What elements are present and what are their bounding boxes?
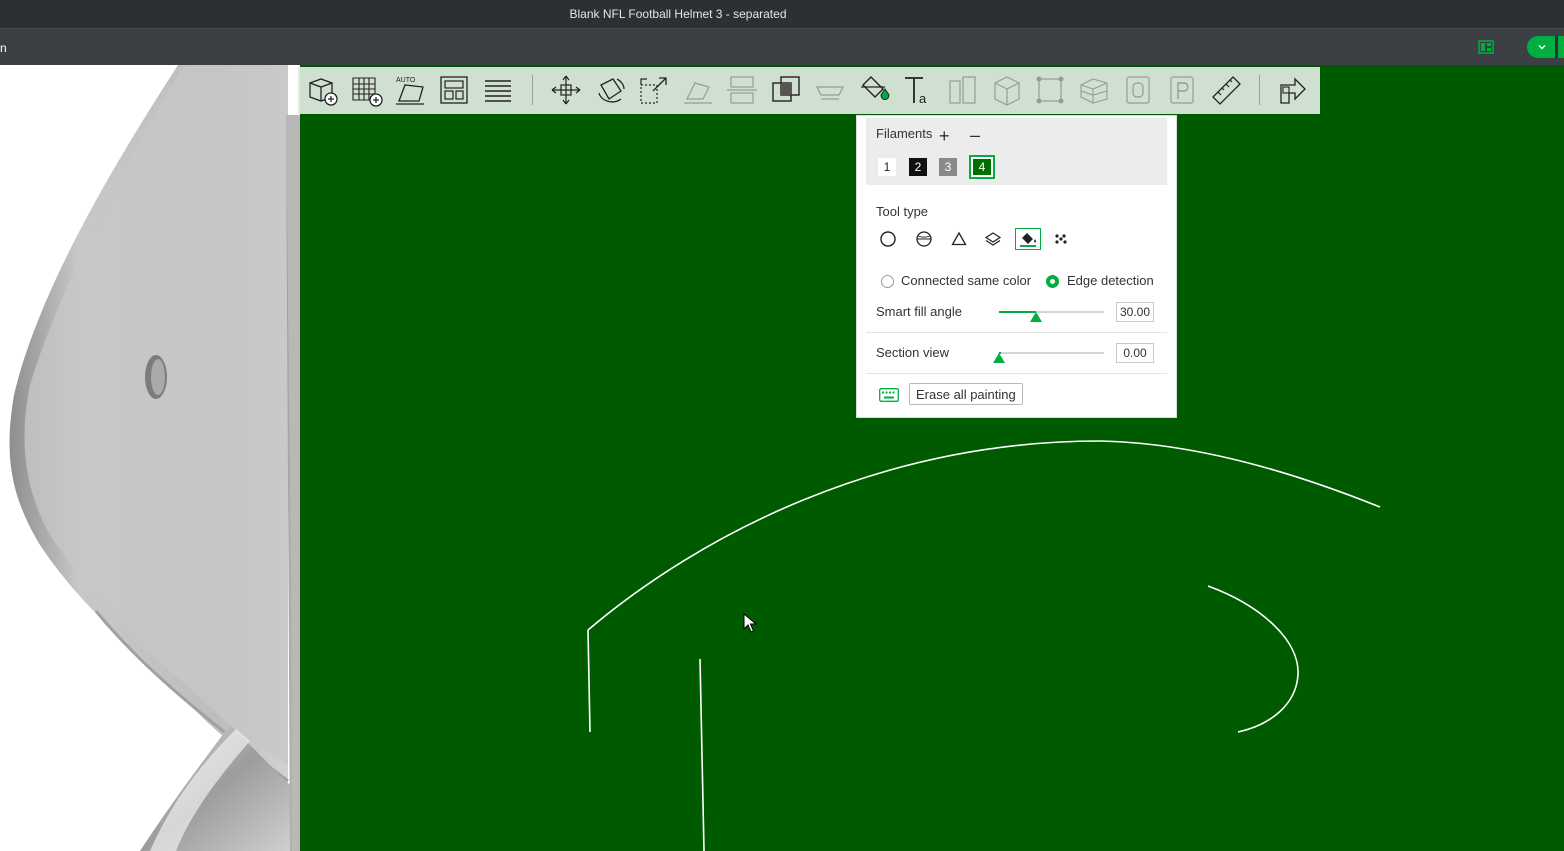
3d-viewport[interactable] — [0, 65, 1564, 851]
edge-detection-radio[interactable] — [1046, 275, 1059, 288]
seam-paint-icon[interactable] — [1031, 71, 1069, 109]
menu-label-fragment[interactable]: n — [0, 41, 7, 55]
scale-icon[interactable] — [635, 71, 673, 109]
auto-orient-icon[interactable]: AUTO — [391, 71, 429, 109]
svg-text:AUTO: AUTO — [396, 77, 416, 84]
mesh-repair-icon[interactable] — [1075, 71, 1113, 109]
color-paint-icon[interactable] — [855, 71, 893, 109]
toolbar-separator — [1259, 75, 1260, 105]
move-icon[interactable] — [547, 71, 585, 109]
filament-swatch-1[interactable]: 1 — [878, 158, 896, 176]
helmet-model-render[interactable] — [0, 65, 1564, 851]
toolbar-separator — [532, 75, 533, 105]
measure-icon[interactable] — [1207, 71, 1245, 109]
triangle-brush-icon[interactable] — [946, 228, 972, 250]
circle-brush-icon[interactable] — [875, 228, 901, 250]
boolean-icon[interactable] — [767, 71, 805, 109]
add-filament-button[interactable]: + — [939, 127, 950, 145]
color-painting-panel: Filaments + – 1234 Tool type Connected s… — [856, 115, 1177, 418]
account-divider — [1555, 36, 1558, 58]
connected-same-color-radio[interactable] — [881, 275, 894, 288]
split-plates-icon[interactable] — [479, 71, 517, 109]
window-title: Blank NFL Football Helmet 3 - separated — [569, 7, 787, 21]
title-bar: Blank NFL Football Helmet 3 - separated — [0, 0, 1564, 28]
sphere-brush-icon[interactable] — [911, 228, 937, 250]
divider — [866, 373, 1167, 374]
add-object-icon[interactable] — [303, 71, 341, 109]
layout-toggle-icon[interactable] — [1478, 39, 1494, 55]
erase-all-painting-button[interactable]: Erase all painting — [909, 383, 1023, 405]
smart-fill-angle-label: Smart fill angle — [876, 304, 962, 319]
height-range-icon[interactable] — [980, 228, 1006, 250]
slider-thumb[interactable] — [993, 353, 1005, 363]
filament-swatch-2[interactable]: 2 — [909, 158, 927, 176]
main-toolbar: AUTO a — [298, 67, 1320, 114]
filament-swatch-3[interactable]: 3 — [939, 158, 957, 176]
gap-fill-icon[interactable] — [1048, 228, 1074, 250]
slider-track[interactable] — [999, 352, 1104, 354]
chevron-down-icon — [1538, 45, 1546, 50]
tool-type-label: Tool type — [876, 204, 929, 219]
emboss-icon[interactable] — [1163, 71, 1201, 109]
keyboard-icon[interactable] — [879, 388, 899, 402]
rotate-icon[interactable] — [591, 71, 629, 109]
connected-same-color-label[interactable]: Connected same color — [901, 273, 1031, 288]
filaments-label: Filaments — [876, 126, 933, 141]
divider — [866, 332, 1167, 333]
account-menu-button[interactable] — [1527, 36, 1564, 58]
remove-filament-button[interactable]: – — [970, 126, 980, 144]
svg-text:a: a — [919, 91, 927, 106]
add-plate-icon[interactable] — [347, 71, 385, 109]
variable-layer-icon[interactable] — [1119, 71, 1157, 109]
assembly-icon[interactable] — [943, 71, 981, 109]
filament-swatch-4[interactable]: 4 — [969, 155, 995, 179]
section-view-input[interactable]: 0.00 — [1116, 343, 1154, 363]
fill-bucket-icon[interactable] — [1015, 228, 1041, 250]
top-menu-bar: n — [0, 28, 1564, 66]
smart-fill-angle-input[interactable]: 30.00 — [1116, 302, 1154, 322]
section-view-label: Section view — [876, 345, 949, 360]
lay-on-face-icon[interactable] — [679, 71, 717, 109]
fuzzy-skin-icon[interactable] — [987, 71, 1025, 109]
support-paint-icon[interactable] — [811, 71, 849, 109]
mouse-cursor-icon — [743, 613, 757, 633]
cut-icon[interactable] — [723, 71, 761, 109]
text-icon[interactable]: a — [899, 71, 937, 109]
slider-thumb[interactable] — [1029, 312, 1042, 322]
arrange-icon[interactable] — [435, 71, 473, 109]
assemble-view-icon[interactable] — [1273, 71, 1311, 109]
edge-detection-label[interactable]: Edge detection — [1067, 273, 1154, 288]
